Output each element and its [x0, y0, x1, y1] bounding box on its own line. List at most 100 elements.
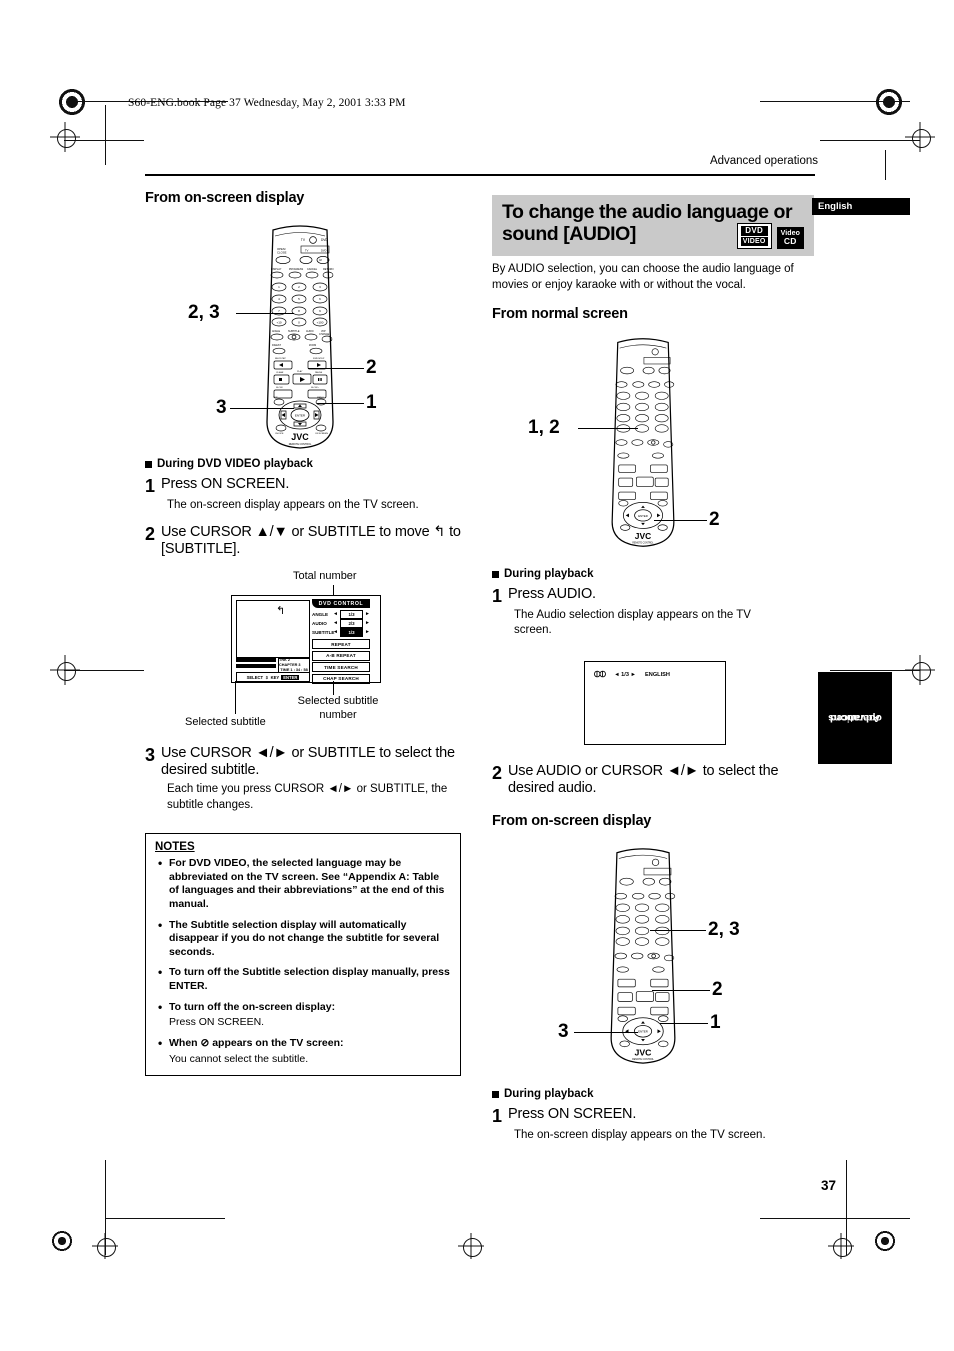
remote-callout-left-3: 1: [366, 392, 377, 413]
osd-caption-selected-number: Selected subtitle number: [297, 695, 379, 721]
svg-text:FWD/STEP: FWD/STEP: [313, 358, 325, 360]
svg-text:+10: +10: [276, 321, 281, 325]
video-cd-logo-icon: Video CD: [776, 227, 804, 249]
svg-text:REMOTE CONTROL: REMOTE CONTROL: [632, 542, 654, 544]
side-tab-advanced-operations: Advanced operations: [818, 672, 892, 764]
left-playback-note: During DVD VIDEO playback: [145, 458, 470, 470]
tv-screen: DVD CONTROL ANGLE ◄ 1/3 ► AUDIO ◄ 2/3 ► …: [231, 595, 381, 685]
right-section2-steps: During playback 1 Press ON SCREEN. The o…: [492, 1088, 822, 1154]
remote-callout-right1-1: 2: [709, 509, 720, 530]
callout-line-left-2: [230, 408, 294, 410]
note-item-3: To turn off the Subtitle selection displ…: [158, 965, 451, 993]
svg-text:AUDIO: AUDIO: [306, 330, 314, 333]
book-header-line: S60-ENG.book Page 37 Wednesday, May 2, 2…: [128, 97, 406, 109]
osd-buttons: REPEAT A-B REPEAT TIME SEARCH CHAP SEARC…: [312, 639, 370, 685]
osd-illustration: Total number DVD CONTROL ANGLE ◄ 1/3 ► A…: [145, 570, 470, 745]
callout-line-right2-3: [660, 1023, 708, 1025]
right-step-2-1-desc: The on-screen display appears on the TV …: [514, 1129, 766, 1141]
step-text: Use CURSOR ▲/▼ or SUBTITLE to move ↰ to …: [161, 524, 461, 558]
left-step-1-desc: The on-screen display appears on the TV …: [167, 499, 419, 511]
step-text: Press ON SCREEN.: [161, 476, 290, 492]
svg-text:TV: TV: [305, 248, 309, 252]
svg-text:PAUSE: PAUSE: [315, 371, 323, 374]
trim-line-bottom-right: [760, 1218, 910, 1219]
osd-info-box: TRK 2 CHAPTER 3 TIME 1 : 34 : 58: [278, 658, 310, 673]
osd-progress-bars: [236, 658, 276, 671]
svg-text:+100: +100: [317, 321, 324, 325]
svg-text:0/I: 0/I: [319, 258, 322, 262]
left-step-3-block: 3 Use CURSOR ◄/► or SUBTITLE to select t…: [145, 745, 470, 824]
registration-mark-top-left: [55, 85, 89, 119]
remote-callout-left-1: 2: [366, 357, 377, 378]
right-step-1-1: 1 Press AUDIO.: [492, 586, 814, 605]
right-step-2-1: 1 Press ON SCREEN.: [492, 1106, 822, 1125]
crop-mark-right-lower: [828, 1233, 854, 1259]
notes-title: NOTES: [155, 841, 195, 853]
svg-text:RETURN: RETURN: [323, 268, 334, 271]
format-logos: DVD VIDEO Video CD: [736, 222, 804, 249]
right-step-1-2: 2 Use AUDIO or CURSOR ◄/► to select the …: [492, 763, 814, 797]
osd-row-label: ANGLE: [312, 611, 329, 617]
note-item-4-plain: Press ON SCREEN.: [169, 1016, 265, 1029]
cursor-pointer-icon: ↰: [276, 605, 286, 617]
svg-text:SLOW-: SLOW-: [276, 387, 283, 389]
step-number: 2: [145, 524, 156, 545]
svg-text:DVD: DVD: [321, 248, 327, 252]
callout-line-left-1: [308, 368, 364, 370]
step-number: 1: [492, 1106, 503, 1126]
osd-caption-selected: Selected subtitle: [185, 716, 266, 728]
page-number: 37: [820, 1178, 836, 1193]
intro-paragraph: By AUDIO selection, you can choose the a…: [492, 263, 794, 291]
svg-text:REMOTE CONTROL: REMOTE CONTROL: [632, 1059, 654, 1061]
registration-mark-top-right: [872, 85, 906, 119]
svg-text:PROGRESS: PROGRESS: [289, 268, 304, 271]
svg-text:JVC: JVC: [635, 531, 651, 541]
osd-row-subtitle: SUBTITLE ◄ 1/3 ►: [312, 627, 370, 637]
trim-line-mid-right: [830, 670, 920, 671]
svg-text:CHANGE: CHANGE: [319, 333, 330, 336]
osd-button-chap-search: CHAP SEARCH: [312, 673, 370, 684]
svg-text:JVC: JVC: [635, 1047, 653, 1057]
svg-text:CHOICE: CHOICE: [275, 433, 284, 435]
osd-row-label: SUBTITLE: [312, 629, 335, 635]
tv-picture-area: [236, 600, 310, 658]
left-arrow-icon: ◄: [333, 629, 338, 635]
remote-illustration-left: TV DVD OPEN/ CLOSE TV DVD 0/I DISPLAY PRO…: [255, 222, 345, 452]
osd-key-label: KEY: [270, 674, 280, 680]
left-steps-block: During DVD VIDEO playback 1 Press ON SCR…: [145, 458, 470, 562]
left-step-1: 1 Press ON SCREEN.: [145, 476, 470, 495]
osd-button-repeat: REPEAT: [312, 639, 370, 649]
language-tag: English: [812, 198, 910, 215]
trim-line-mid-left: [64, 670, 144, 671]
svg-text:DIGEST: DIGEST: [272, 344, 281, 347]
callout-line-right2-0: [650, 930, 706, 932]
svg-text:SUBTITLE: SUBTITLE: [288, 330, 300, 333]
note-item-1: For DVD VIDEO, the selected language may…: [158, 856, 451, 912]
callout-line-right2-2: [574, 1032, 638, 1034]
right-section1-heading: From normal screen: [492, 306, 628, 323]
svg-text:PLAY: PLAY: [297, 370, 303, 373]
svg-text:ZOOM: ZOOM: [309, 344, 316, 347]
note-item-2: The Subtitle selection display will auto…: [158, 918, 451, 960]
crop-mark-left-upper: [50, 122, 80, 152]
remote-callout-left-2: 3: [216, 397, 227, 418]
svg-text:REMOTE CONTROL: REMOTE CONTROL: [289, 443, 312, 446]
svg-text:CANCEL: CANCEL: [307, 268, 318, 271]
right-lead-block: By AUDIO selection, you can choose the a…: [492, 262, 814, 330]
osd-row-angle: ANGLE ◄ 1/3 ►: [312, 609, 370, 619]
svg-text:CLOSE: CLOSE: [277, 251, 287, 255]
callout-line-left-3: [317, 403, 364, 405]
remote-illustration-right-normal: ENTER JVC REMOTE CONTROL: [598, 335, 688, 550]
step-number: 2: [492, 763, 503, 783]
notes-box: NOTES For DVD VIDEO, the selected langua…: [145, 833, 461, 1077]
step-number: 1: [145, 476, 156, 496]
osd-info-chapter: TRK 2 CHAPTER 3: [279, 658, 301, 668]
svg-text:CLEAR: CLEAR: [276, 371, 284, 374]
remote-callout-right2-1: 2: [712, 979, 723, 1000]
right-arrow-icon: ►: [365, 620, 370, 626]
callout-line-left-0: [236, 313, 294, 315]
manual-page: S60-ENG.book Page 37 Wednesday, May 2, 2…: [0, 0, 954, 1351]
left-step-3: 3 Use CURSOR ◄/► or SUBTITLE to select t…: [145, 745, 470, 779]
trim-line-right: [820, 140, 920, 141]
osd-button-ab-repeat: A-B REPEAT: [312, 650, 370, 661]
